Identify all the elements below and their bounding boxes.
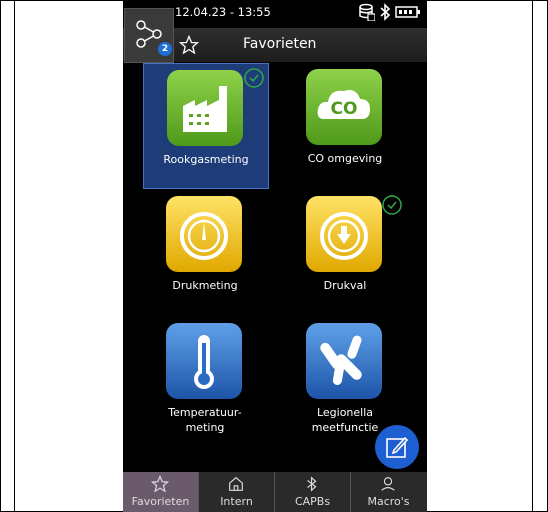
nav-capbs[interactable]: CAPBs: [275, 472, 350, 512]
right-divider: [532, 0, 533, 512]
page-title: Favorieten: [243, 36, 317, 52]
nav-intern[interactable]: Intern: [199, 472, 274, 512]
home-icon: [229, 476, 243, 491]
tile-label: Drukval: [323, 279, 367, 292]
nav-label: Favorieten: [131, 495, 190, 508]
device-screen: 12.04.23 - 13:55 2 Favorieten Rookgasmet…: [123, 0, 427, 512]
tile-legionella[interactable]: Legionella meetfunctie: [283, 317, 407, 441]
favorite-star-icon[interactable]: [179, 35, 199, 55]
nav-label: Macro's: [367, 495, 410, 508]
tile-label-line1: Temperatuur-: [168, 406, 242, 419]
gauge-icon: [166, 196, 242, 272]
bluetooth-status-icon: [380, 3, 391, 21]
tile-label-line1: Legionella: [316, 406, 374, 419]
nav-favorieten[interactable]: Favorieten: [123, 472, 198, 512]
tile-label-line2: meting: [185, 421, 225, 434]
tile-drukmeting[interactable]: Drukmeting: [143, 190, 267, 314]
tile-co-omgeving[interactable]: CO CO omgeving: [283, 63, 407, 187]
tile-label: Temperatuur- meting: [143, 405, 267, 435]
star-icon: [151, 475, 169, 493]
svg-text:CO: CO: [331, 99, 358, 119]
bottom-nav: Favorieten Intern CAPBs Macro's: [123, 472, 427, 512]
thermometer-icon: [166, 323, 242, 399]
left-divider: [14, 0, 15, 512]
tile-temperatuurmeting[interactable]: Temperatuur- meting: [143, 317, 267, 441]
user-icon: [381, 477, 395, 491]
status-icons: [359, 3, 421, 21]
nav-label: CAPBs: [294, 495, 331, 508]
edit-icon: [386, 436, 409, 458]
legionella-icon: [306, 323, 382, 399]
battery-icon: [395, 6, 420, 18]
gauge-down-icon: [306, 196, 382, 272]
tile-label: Rookgasmeting: [163, 153, 249, 166]
database-icon: [359, 3, 375, 21]
tile-label: CO omgeving: [307, 152, 383, 165]
check-circle-icon: [244, 68, 264, 88]
status-datetime: 12.04.23 - 13:55: [175, 5, 271, 19]
nav-macros[interactable]: Macro's: [351, 472, 426, 512]
bluetooth-icon: [307, 476, 317, 492]
factory-icon: [167, 70, 243, 146]
edit-fab-button[interactable]: [375, 425, 419, 469]
check-circle-icon: [382, 195, 402, 215]
co-cloud-icon: CO: [306, 69, 382, 145]
notification-badge: 2: [158, 42, 172, 56]
tile-label-line2: meetfunctie: [311, 421, 379, 434]
nav-label: Intern: [220, 495, 253, 508]
tile-label: Drukmeting: [172, 279, 238, 292]
